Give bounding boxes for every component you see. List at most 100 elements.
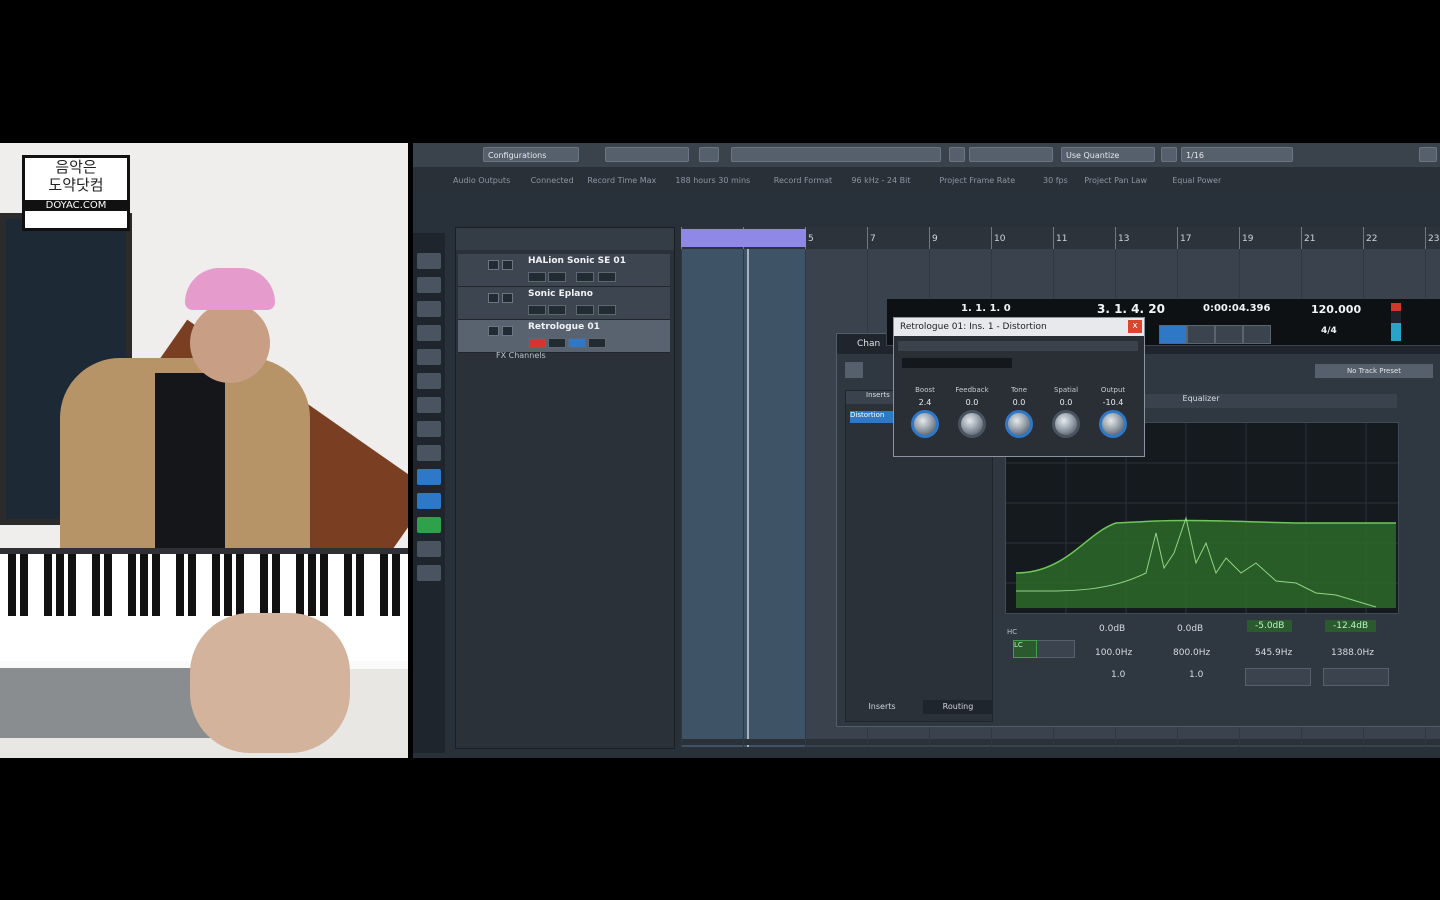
band2-freq[interactable]: 800.0Hz bbox=[1173, 648, 1210, 658]
left-zone-button[interactable] bbox=[417, 541, 441, 557]
left-zone-button[interactable] bbox=[417, 373, 441, 389]
monitor-button[interactable] bbox=[548, 305, 566, 315]
freeze-button[interactable] bbox=[598, 305, 616, 315]
lc-label[interactable]: LC bbox=[1013, 640, 1037, 658]
band3-gain[interactable]: -5.0dB bbox=[1247, 620, 1293, 632]
configurations-button[interactable]: Configurations bbox=[483, 147, 579, 162]
timecode[interactable]: 0:00:04.396 bbox=[1203, 303, 1270, 314]
window-layout-button[interactable] bbox=[1419, 147, 1437, 162]
time-signature[interactable]: 4/4 bbox=[1321, 326, 1337, 336]
logo-url: DOYAC.COM bbox=[25, 200, 127, 211]
band1-gain[interactable]: 0.0dB bbox=[1099, 624, 1125, 634]
track-retrologue[interactable]: Retrologue 01 bbox=[458, 320, 670, 353]
cycle-marker[interactable] bbox=[681, 229, 806, 247]
boost-knob[interactable]: Boost 2.4 bbox=[903, 386, 947, 438]
knob-icon[interactable] bbox=[1005, 410, 1033, 438]
record-enable-button[interactable] bbox=[528, 305, 546, 315]
spatial-value: 0.0 bbox=[1059, 398, 1073, 407]
grid-value-select[interactable]: 1/16 bbox=[1181, 147, 1293, 162]
quantize-settings-button[interactable] bbox=[1161, 147, 1177, 162]
plugin-controls-bar[interactable] bbox=[898, 341, 1138, 351]
output-knob[interactable]: Output -10.4 bbox=[1091, 386, 1135, 438]
piano-black-key bbox=[320, 554, 328, 616]
solo-button[interactable] bbox=[502, 293, 513, 303]
left-zone-button[interactable] bbox=[417, 469, 441, 485]
preset-field[interactable] bbox=[902, 358, 1012, 368]
mute-button[interactable] bbox=[488, 293, 499, 303]
track-name[interactable]: HALion Sonic SE 01 bbox=[528, 256, 626, 266]
stop-button[interactable] bbox=[1187, 325, 1215, 344]
ruler-tick bbox=[1115, 227, 1116, 249]
tempo[interactable]: 120.000 bbox=[1311, 303, 1361, 316]
left-zone-button[interactable] bbox=[417, 421, 441, 437]
mode-buttons[interactable] bbox=[605, 147, 689, 162]
left-zone-button[interactable] bbox=[417, 325, 441, 341]
left-zone-button[interactable] bbox=[417, 349, 441, 365]
band4-q-field[interactable] bbox=[1323, 668, 1389, 686]
ruler-tick bbox=[867, 227, 868, 249]
record-enable-button[interactable] bbox=[528, 272, 546, 282]
track-halion[interactable]: HALion Sonic SE 01 bbox=[458, 254, 670, 287]
knob-icon[interactable] bbox=[958, 410, 986, 438]
automation-button[interactable] bbox=[699, 147, 719, 162]
tone-knob[interactable]: Tone 0.0 bbox=[997, 386, 1041, 438]
project-cursor[interactable] bbox=[747, 249, 749, 747]
knob-icon[interactable] bbox=[1099, 410, 1127, 438]
quantize-select[interactable]: Use Quantize bbox=[1061, 147, 1155, 162]
feedback-knob[interactable]: Feedback 0.0 bbox=[950, 386, 994, 438]
left-zone-button[interactable] bbox=[417, 565, 441, 581]
edit-button[interactable] bbox=[576, 272, 594, 282]
cycle-button[interactable] bbox=[1159, 325, 1187, 344]
record-button[interactable] bbox=[1243, 325, 1271, 344]
left-locator[interactable]: 1. 1. 1. 0 bbox=[961, 303, 1011, 314]
knob-icon[interactable] bbox=[911, 410, 939, 438]
fx-channels-folder[interactable]: FX Channels bbox=[496, 351, 546, 360]
tab-routing[interactable]: Routing bbox=[923, 700, 993, 714]
track-name[interactable]: Sonic Eplano bbox=[528, 289, 593, 299]
left-zone-button[interactable] bbox=[417, 397, 441, 413]
band3-q-field[interactable] bbox=[1245, 668, 1311, 686]
left-zone-button[interactable] bbox=[417, 301, 441, 317]
band4-gain[interactable]: -12.4dB bbox=[1325, 620, 1377, 632]
tab-inserts[interactable]: Inserts bbox=[849, 700, 915, 714]
knob-icon[interactable] bbox=[1052, 410, 1080, 438]
band3-freq[interactable]: 545.9Hz bbox=[1255, 648, 1292, 658]
left-zone-button[interactable] bbox=[417, 277, 441, 293]
left-zone-button[interactable] bbox=[417, 493, 441, 509]
piano-black-key bbox=[392, 554, 400, 616]
band2-gain[interactable]: 0.0dB bbox=[1177, 624, 1203, 634]
left-zone-button[interactable] bbox=[417, 445, 441, 461]
left-zone-button[interactable] bbox=[417, 253, 441, 269]
edit-button[interactable] bbox=[568, 338, 586, 348]
band1-q[interactable]: 1.0 bbox=[1111, 670, 1125, 680]
mute-button[interactable] bbox=[488, 326, 499, 336]
tool-buttons[interactable] bbox=[731, 147, 941, 162]
left-zone-button[interactable] bbox=[417, 517, 441, 533]
mute-button[interactable] bbox=[488, 260, 499, 270]
freeze-button[interactable] bbox=[588, 338, 606, 348]
solo-button[interactable] bbox=[502, 260, 513, 270]
close-icon[interactable]: x bbox=[1128, 320, 1142, 333]
monitor-button[interactable] bbox=[548, 338, 566, 348]
track-list: HALion Sonic SE 01 Sonic Eplano Retrolog… bbox=[455, 227, 675, 749]
record-enable-button[interactable] bbox=[528, 338, 546, 348]
play-button[interactable] bbox=[1215, 325, 1243, 344]
track-preset-select[interactable]: No Track Preset bbox=[1315, 364, 1433, 378]
grid-type-select[interactable] bbox=[969, 147, 1053, 162]
monitor-button[interactable] bbox=[548, 272, 566, 282]
hc-label[interactable]: HC bbox=[1007, 628, 1025, 638]
piano-black-key bbox=[224, 554, 232, 616]
solo-button[interactable] bbox=[502, 326, 513, 336]
horizontal-scrollbar[interactable] bbox=[681, 739, 1440, 745]
track-name[interactable]: Retrologue 01 bbox=[528, 322, 600, 332]
track-eplano[interactable]: Sonic Eplano bbox=[458, 287, 670, 320]
position-bars[interactable]: 3. 1. 4. 20 bbox=[1097, 302, 1165, 316]
band1-freq[interactable]: 100.0Hz bbox=[1095, 648, 1132, 658]
channel-menu-button[interactable] bbox=[845, 362, 863, 378]
snap-button[interactable] bbox=[949, 147, 965, 162]
spatial-knob[interactable]: Spatial 0.0 bbox=[1044, 386, 1088, 438]
band4-freq[interactable]: 1388.0Hz bbox=[1331, 648, 1374, 658]
freeze-button[interactable] bbox=[598, 272, 616, 282]
band2-q[interactable]: 1.0 bbox=[1189, 670, 1203, 680]
edit-button[interactable] bbox=[576, 305, 594, 315]
